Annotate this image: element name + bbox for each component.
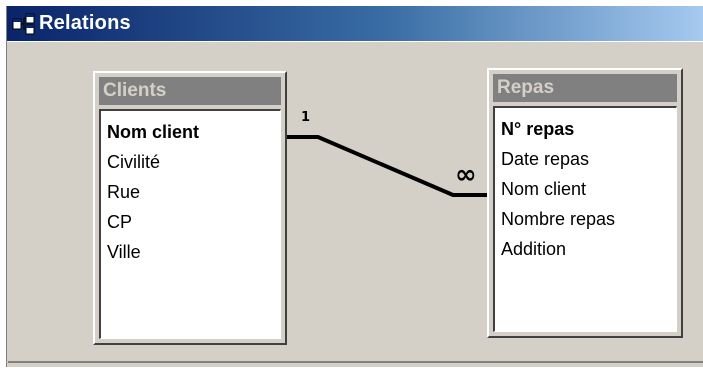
window-title: Relations xyxy=(39,12,131,34)
relations-window: Relations Clients Nom client Civilité Ru… xyxy=(6,6,703,367)
relationships-icon xyxy=(11,12,37,36)
one-side-label: 1 xyxy=(301,110,311,125)
title-bar[interactable]: Relations xyxy=(7,6,703,41)
relationship-line[interactable] xyxy=(7,42,703,368)
relationships-workspace[interactable]: Clients Nom client Civilité Rue CP Ville… xyxy=(7,41,703,367)
many-side-label: ∞ xyxy=(455,160,477,190)
